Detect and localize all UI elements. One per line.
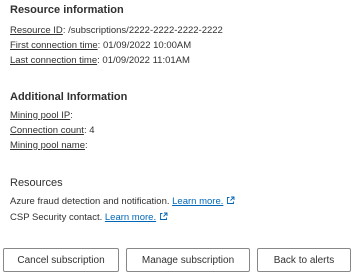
connection-count-value: 4 — [89, 125, 95, 136]
back-to-alerts-button[interactable]: Back to alerts — [257, 248, 351, 272]
resource-item-text: Azure fraud detection and notification. — [10, 196, 170, 207]
first-connection-row: First connection time: 01/09/2022 10:00A… — [10, 40, 192, 51]
manage-subscription-button[interactable]: Manage subscription — [126, 248, 250, 272]
connection-count-row: Connection count: 4 — [10, 125, 95, 136]
resources-heading: Resources — [10, 177, 63, 189]
resource-information-section: Resource information Resource ID: /subsc… — [10, 4, 223, 68]
resource-id-value: /subscriptions/2222-2222-2222-2222 — [68, 25, 223, 36]
last-connection-value: 01/09/2022 11:01AM — [102, 55, 190, 66]
mining-pool-ip-row: Mining pool IP: — [10, 110, 73, 121]
learn-more-link[interactable]: Learn more. — [105, 212, 156, 223]
external-link-icon[interactable] — [159, 211, 168, 226]
first-connection-label: First connection time — [10, 40, 98, 51]
additional-information-section: Additional Information Mining pool IP: C… — [10, 91, 127, 153]
mining-pool-name-label: Mining pool name — [10, 140, 85, 151]
first-connection-value: 01/09/2022 10:00AM — [102, 40, 192, 51]
connection-count-label: Connection count — [10, 125, 84, 136]
learn-more-link[interactable]: Learn more. — [172, 196, 223, 207]
resource-item: CSP Security contact. Learn more. — [10, 210, 235, 226]
last-connection-row: Last connection time: 01/09/2022 11:01AM — [10, 55, 190, 66]
resource-id-row: Resource ID: /subscriptions/2222-2222-22… — [10, 25, 223, 36]
additional-information-heading: Additional Information — [10, 91, 128, 103]
mining-pool-name-row: Mining pool name: — [10, 140, 88, 151]
resource-information-heading: Resource information — [10, 4, 124, 16]
cancel-subscription-button[interactable]: Cancel subscription — [3, 248, 119, 272]
last-connection-label: Last connection time — [10, 55, 98, 66]
resource-item: Azure fraud detection and notification. … — [10, 194, 235, 210]
external-link-icon[interactable] — [226, 195, 235, 210]
resource-id-label: Resource ID — [10, 25, 63, 36]
mining-pool-ip-label: Mining pool IP — [10, 110, 71, 121]
resources-section: Resources Azure fraud detection and noti… — [10, 177, 235, 226]
resource-item-text: CSP Security contact. — [10, 212, 103, 223]
